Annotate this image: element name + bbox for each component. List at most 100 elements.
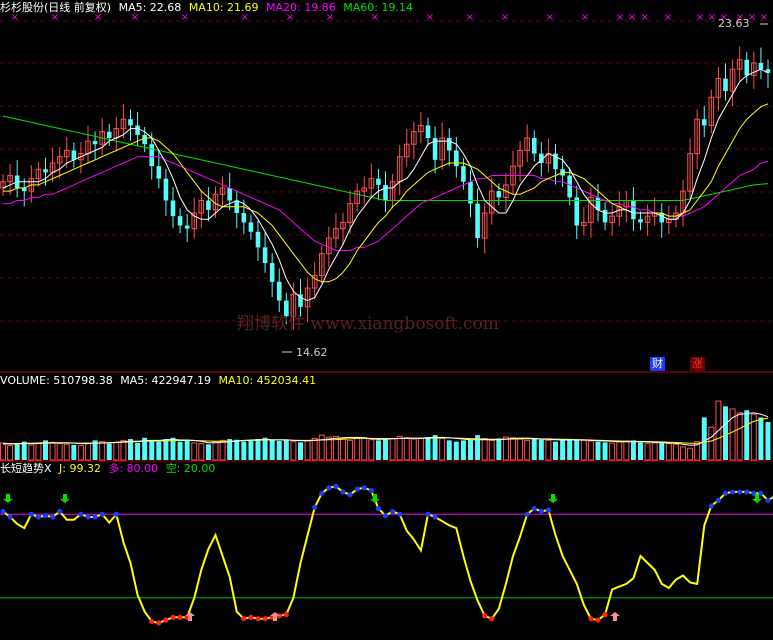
- candle-body: [156, 166, 162, 179]
- j-line: [2, 485, 773, 624]
- j-high-dot: [49, 514, 56, 520]
- volume-bar: [340, 437, 346, 461]
- finance-tag[interactable]: 财: [650, 357, 665, 371]
- j-high-dot: [538, 508, 544, 515]
- volume-bar: [219, 439, 226, 461]
- candle-body: [454, 150, 459, 167]
- volume-bar: [680, 446, 686, 461]
- j-high-dot: [361, 485, 367, 491]
- volume-bar: [651, 442, 658, 461]
- j-high-dot: [333, 483, 339, 489]
- volume-bar: [354, 437, 361, 461]
- volume-bar: [736, 412, 743, 461]
- volume-bar: [389, 437, 396, 461]
- volume-bar: [212, 441, 219, 461]
- indicator-header: 长短趋势X J: 99.32 多: 80.00 空: 20.00: [0, 462, 219, 476]
- volume-bar: [587, 440, 594, 461]
- candle-body: [631, 200, 636, 220]
- volume-bar: [347, 439, 354, 461]
- volume-bar: [325, 436, 332, 461]
- buy-signal-arrow: [60, 494, 70, 503]
- volume-bar: [276, 441, 282, 460]
- candle-body: [248, 222, 254, 232]
- rise-tag[interactable]: 涨: [690, 357, 705, 371]
- volume-bar: [262, 437, 268, 460]
- candle-body: [276, 281, 282, 301]
- candle-body: [163, 178, 169, 201]
- j-low-dot: [283, 611, 289, 618]
- j-high-dot: [545, 507, 552, 513]
- volume-bar: [410, 438, 417, 461]
- volume-bar: [283, 439, 289, 460]
- volume-bar: [481, 437, 488, 461]
- volume-bar: [574, 439, 580, 460]
- volume-bar: [198, 443, 205, 461]
- candle-body: [383, 184, 388, 201]
- candle-body: [241, 213, 247, 223]
- j-low-dot: [170, 614, 176, 620]
- duo-readout: 多: 80.00: [108, 462, 159, 475]
- j-high-dot: [42, 513, 49, 519]
- j-high-dot: [397, 511, 403, 517]
- candle-body: [723, 78, 728, 92]
- j-high-dot: [326, 485, 332, 491]
- candle-body: [638, 219, 643, 223]
- volume-bar: [502, 436, 509, 461]
- price-moving-averages: [2, 23, 769, 353]
- j-high-dot: [531, 506, 537, 512]
- volume-bar: [71, 444, 77, 460]
- watermark: 翔博软件 www.xiangbosoft.com: [237, 314, 499, 334]
- j-high-dot: [319, 490, 325, 496]
- volume-readout: VOLUME: 510798.38: [0, 374, 113, 387]
- trend-indicator: [0, 483, 773, 626]
- j-high-dot: [375, 506, 382, 512]
- volume-bar: [644, 443, 651, 461]
- volume-bar: [77, 445, 84, 461]
- volume-bar: [191, 442, 198, 461]
- buy-signal-arrow: [3, 494, 13, 503]
- signal-marker: ×: [708, 12, 716, 23]
- j-high-dot: [113, 511, 119, 517]
- candle-body: [106, 131, 112, 138]
- volume-bar: [0, 442, 6, 461]
- volume-bar: [665, 443, 672, 461]
- j-high-dot: [28, 511, 34, 517]
- candle-body: [425, 125, 431, 138]
- candle-body: [659, 213, 665, 223]
- volume-bar: [156, 441, 162, 460]
- ma60-readout: MA60: 19.14: [343, 1, 413, 14]
- sell-signal-arrow: [610, 612, 620, 621]
- j-high-dot: [524, 511, 530, 517]
- volume-bar: [99, 441, 106, 461]
- volume-bar: [708, 426, 715, 461]
- volume-bar: [432, 435, 438, 460]
- signal-marker: ×: [466, 12, 474, 23]
- j-high-dot: [708, 503, 714, 509]
- volume-bar: [460, 440, 466, 460]
- j-high-dot: [347, 492, 353, 498]
- volume-bar: [701, 417, 707, 460]
- j-high-dot: [715, 497, 722, 503]
- candle-body: [446, 137, 452, 151]
- candle-body: [170, 200, 176, 217]
- volume-bar: [361, 437, 368, 461]
- volume-bar: [723, 406, 728, 460]
- j-high-dot: [7, 514, 13, 520]
- volume-bar: [368, 439, 375, 461]
- j-low-dot: [248, 614, 254, 620]
- volume-bar: [517, 438, 524, 461]
- candle-body: [71, 150, 77, 160]
- volume-bar: [63, 443, 70, 461]
- j-low-dot: [163, 617, 169, 623]
- j-high-dot: [758, 490, 764, 496]
- volume-bar: [446, 440, 452, 460]
- high-price-label: 23.63: [718, 17, 750, 30]
- volume-bar: [85, 442, 91, 461]
- j-high-dot: [78, 511, 84, 517]
- candle-body: [496, 191, 502, 198]
- volume-header: VOLUME: 510798.38 MA5: 422947.19 MA10: 4…: [0, 374, 320, 388]
- volume-bar: [630, 440, 636, 460]
- j-high-dot: [312, 504, 318, 510]
- signal-marker: ×: [581, 12, 589, 23]
- volume-bar: [135, 442, 141, 460]
